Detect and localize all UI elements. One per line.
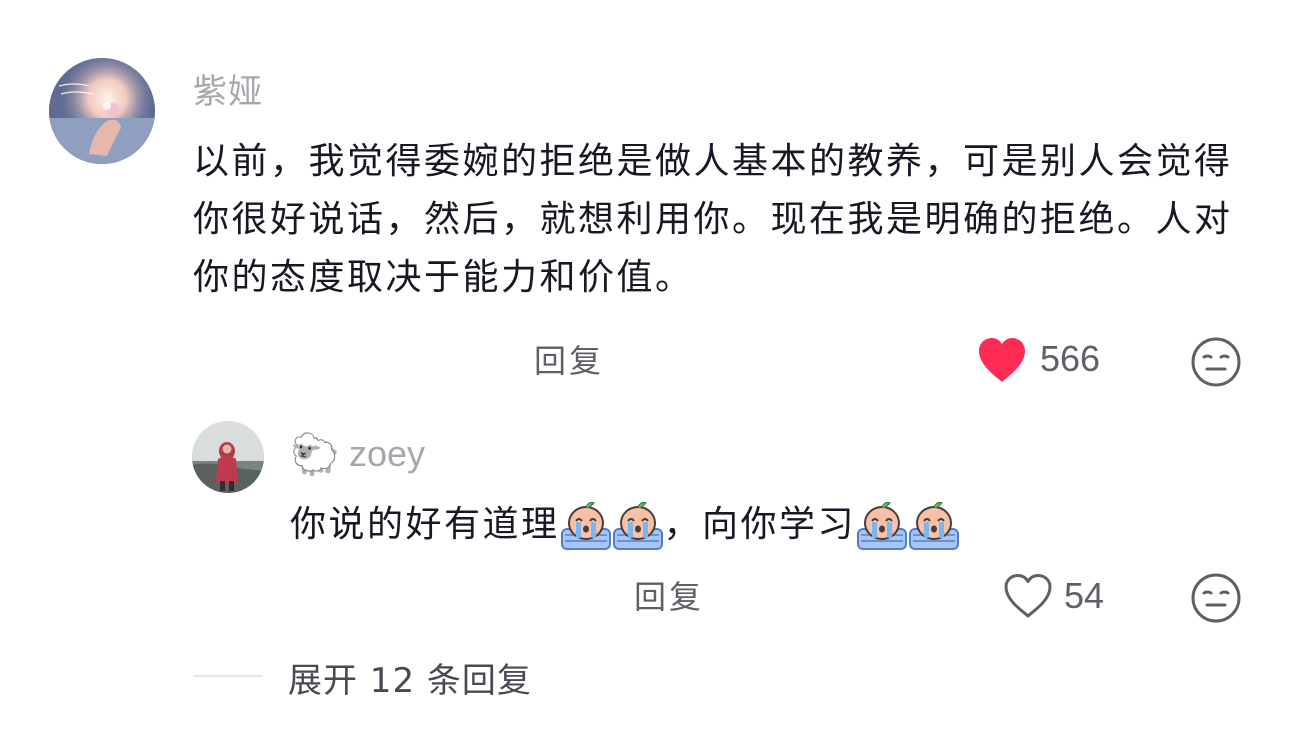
avatar-image bbox=[49, 58, 155, 164]
reply-text-part2: ，向你学习 bbox=[663, 504, 857, 545]
avatar-image bbox=[192, 421, 264, 493]
crying-emoji-icon bbox=[907, 497, 961, 553]
like-count: 566 bbox=[1040, 338, 1101, 379]
commenter-avatar[interactable] bbox=[49, 58, 155, 164]
expand-divider bbox=[193, 675, 263, 677]
comment-text: 以前，我觉得委婉的拒绝是做人基本的教养，可是别人会觉得你很好说话，然后，就想利用… bbox=[193, 141, 1233, 298]
reply-button[interactable]: 回复 bbox=[534, 336, 604, 382]
sheep-emoji-icon: 🐑 bbox=[290, 432, 340, 478]
reply-text-part1: 你说的好有道理 bbox=[290, 504, 560, 545]
crying-emoji-icon bbox=[611, 497, 665, 553]
reply-avatar[interactable] bbox=[192, 421, 264, 493]
heart-filled-icon[interactable] bbox=[976, 335, 1028, 385]
meh-face-icon[interactable] bbox=[1190, 572, 1242, 624]
like-count: 54 bbox=[1064, 575, 1105, 616]
crying-emoji-icon bbox=[559, 497, 613, 553]
commenter-name[interactable]: 紫娅 bbox=[193, 64, 263, 113]
meh-face-icon[interactable] bbox=[1190, 336, 1242, 388]
heart-outline-icon[interactable] bbox=[1002, 572, 1054, 620]
crying-emoji-icon bbox=[855, 497, 909, 553]
reply-text: 你说的好有道理 ，向你学习 bbox=[290, 497, 960, 553]
reply-author-name[interactable]: zoey bbox=[349, 433, 425, 475]
reply-button[interactable]: 回复 bbox=[634, 572, 704, 618]
expand-replies-button[interactable]: 展开 12 条回复 bbox=[288, 653, 532, 702]
